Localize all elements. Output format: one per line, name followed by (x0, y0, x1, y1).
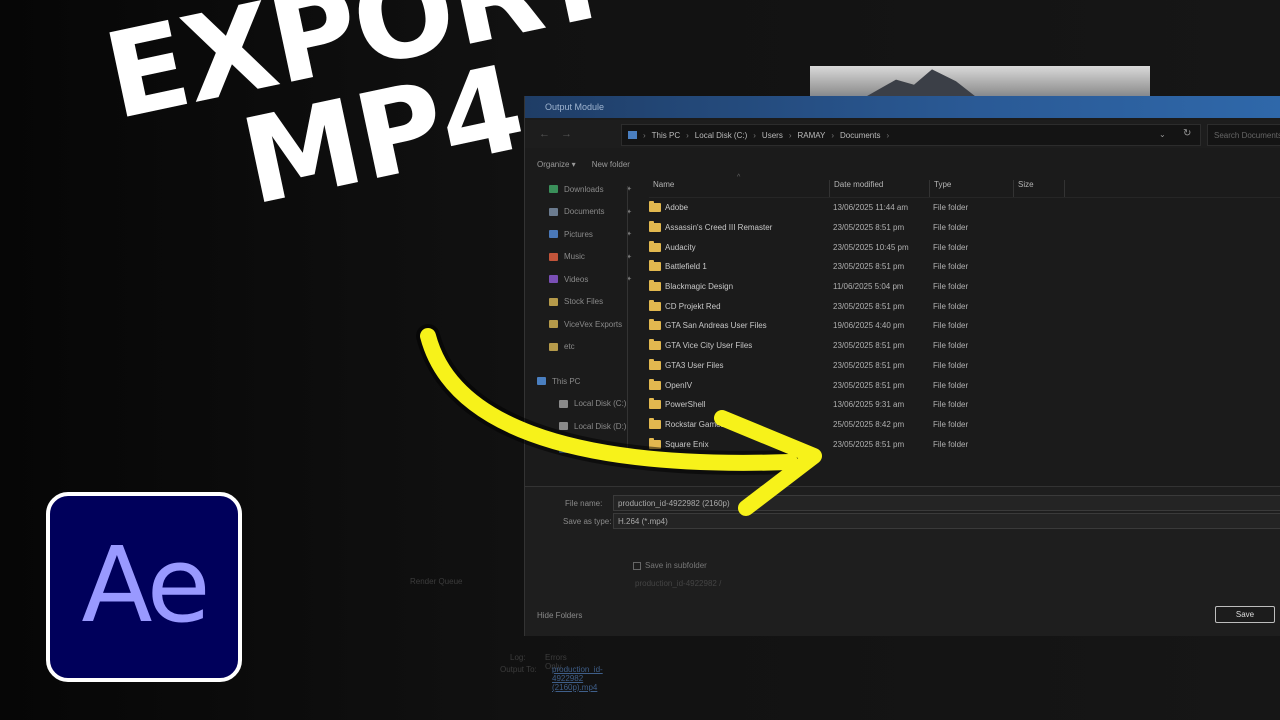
after-effects-logo: Ae (46, 492, 242, 682)
logo-text: Ae (81, 524, 210, 646)
